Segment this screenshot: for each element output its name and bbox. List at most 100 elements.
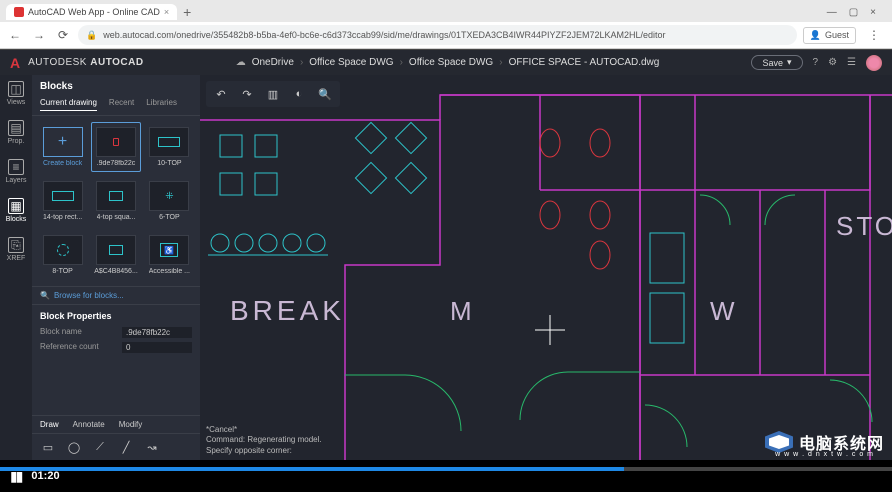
block-item[interactable]: .9de78fb22c	[91, 122, 141, 172]
polyline-tool-icon[interactable]: ↝	[144, 440, 160, 454]
crumb-0[interactable]: OneDrive	[252, 57, 294, 68]
square-thumb-icon	[109, 191, 123, 201]
prop-row: Reference count 0	[40, 342, 192, 353]
crumb-2[interactable]: Office Space DWG	[409, 57, 493, 68]
block-properties: Block Properties Block name .9de78fb22c …	[32, 305, 200, 363]
guest-label: Guest	[825, 30, 849, 40]
profile-chip[interactable]: 👤 Guest	[803, 27, 856, 44]
plus-icon: +	[43, 127, 83, 157]
window-close-icon[interactable]: ×	[870, 7, 876, 18]
back-icon[interactable]: ←	[6, 26, 24, 44]
tab-current-drawing[interactable]: Current drawing	[40, 98, 97, 111]
tool-category-tabs: Draw Annotate Modify	[32, 415, 200, 434]
block-item[interactable]: 14-top rect...	[38, 176, 87, 226]
blocks-grid: +Create block .9de78fb22c 10-TOP 14-top …	[32, 116, 200, 286]
room-label-break: BREAK	[230, 295, 345, 326]
drawing-canvas[interactable]: ↶ ↷ ▥ ◐ 🔍	[200, 75, 892, 460]
brand-text: AUTODESK AUTOCAD	[28, 57, 143, 68]
tab-libraries[interactable]: Libraries	[146, 98, 177, 111]
maximize-icon[interactable]: ▢	[849, 7, 858, 18]
chevron-down-icon: ▾	[787, 57, 792, 68]
cloud-icon: ☁	[236, 57, 246, 68]
left-rail: ◫Views ▤Prop. ≡Layers ▦Blocks ⎘XREF	[0, 75, 32, 460]
prop-value[interactable]: 0	[122, 342, 192, 353]
tool-tab-modify[interactable]: Modify	[119, 420, 143, 429]
blocks-panel: Blocks Current drawing Recent Libraries …	[32, 75, 200, 460]
block-item[interactable]: 8-TOP	[38, 230, 87, 280]
block-item[interactable]: 4-top squa...	[91, 176, 141, 226]
forward-icon[interactable]: →	[30, 26, 48, 44]
rectangle-tool-icon[interactable]: ▭	[40, 440, 56, 454]
accessible-thumb-icon: ♿	[160, 243, 178, 257]
room-label-sto: STO	[836, 211, 892, 241]
rail-properties[interactable]: ▤Prop.	[8, 120, 25, 145]
tool-tab-draw[interactable]: Draw	[40, 420, 59, 429]
url-input[interactable]: 🔒 web.autocad.com/onedrive/355482b8-b5ba…	[78, 25, 797, 45]
save-button[interactable]: Save▾	[751, 55, 802, 70]
app-header-right: Save▾ ? ⚙ ☰	[751, 55, 882, 71]
properties-title: Block Properties	[40, 311, 192, 321]
blocks-icon: ▦	[8, 198, 24, 214]
video-player-bar: ▮▮ 01:20	[0, 460, 892, 492]
table-thumb-icon	[52, 191, 74, 201]
prop-name: Reference count	[40, 342, 99, 353]
square-thumb-icon	[109, 245, 123, 255]
reload-icon[interactable]: ⟳	[54, 26, 72, 44]
tool-tab-annotate[interactable]: Annotate	[73, 420, 105, 429]
prop-name: Block name	[40, 327, 82, 338]
create-block-button[interactable]: +Create block	[38, 122, 87, 172]
browser-chrome: AutoCAD Web App - Online CAD × + — ▢ × ←…	[0, 0, 892, 49]
crumb-1[interactable]: Office Space DWG	[309, 57, 393, 68]
search-icon: 🔍	[40, 291, 50, 300]
chair-thumb-icon	[113, 138, 119, 146]
watermark-badge-icon	[765, 431, 793, 453]
room-label-w: W	[710, 296, 735, 326]
line-tool-icon[interactable]: ╱	[118, 440, 134, 454]
block-item[interactable]: A$C4B8456...	[91, 230, 141, 280]
prop-value[interactable]: .9de78fb22c	[122, 327, 192, 338]
rail-views[interactable]: ◫Views	[7, 81, 26, 106]
room-label-m: M	[450, 296, 472, 326]
minimize-icon[interactable]: —	[827, 7, 837, 18]
app-header: A AUTODESK AUTOCAD ☁ OneDrive › Office S…	[0, 49, 892, 75]
browse-blocks-link[interactable]: 🔍 Browse for blocks...	[32, 286, 200, 305]
crumb-3[interactable]: OFFICE SPACE - AUTOCAD.dwg	[509, 57, 660, 68]
block-item[interactable]: ⁜6-TOP	[145, 176, 194, 226]
layers-icon: ≡	[8, 159, 24, 175]
address-bar: ← → ⟳ 🔒 web.autocad.com/onedrive/355482b…	[0, 22, 892, 48]
tab-recent[interactable]: Recent	[109, 98, 134, 111]
rail-layers[interactable]: ≡Layers	[5, 159, 26, 184]
command-line: *Cancel* Command: Regenerating model. Sp…	[206, 425, 322, 456]
tab-title: AutoCAD Web App - Online CAD	[28, 7, 160, 17]
progress-fill	[0, 467, 624, 471]
rail-blocks[interactable]: ▦Blocks	[6, 198, 27, 223]
views-icon: ◫	[8, 81, 24, 97]
elapsed-time: 01:20	[31, 470, 59, 482]
print-icon[interactable]: ☰	[847, 57, 856, 68]
rail-xref[interactable]: ⎘XREF	[7, 237, 26, 262]
circle-thumb-icon	[57, 244, 69, 256]
properties-icon: ▤	[8, 120, 24, 136]
kebab-menu-icon[interactable]: ⋮	[862, 28, 886, 42]
table-thumb-icon	[158, 137, 180, 147]
autodesk-logo-icon: A	[10, 55, 20, 71]
circle-tool-icon[interactable]: ◯	[66, 440, 82, 454]
help-icon[interactable]: ?	[813, 57, 819, 68]
star-thumb-icon: ⁜	[165, 191, 173, 202]
panel-title: Blocks	[32, 75, 200, 98]
prop-row: Block name .9de78fb22c	[40, 327, 192, 338]
block-item[interactable]: 10-TOP	[145, 122, 194, 172]
tab-strip: AutoCAD Web App - Online CAD × + — ▢ ×	[0, 0, 892, 22]
window-controls: — ▢ ×	[827, 7, 886, 18]
avatar[interactable]	[866, 55, 882, 71]
watermark: 电脑系统网 w w w . d n x t w . c o m	[765, 430, 884, 454]
floorplan-svg: BREAK M W STO	[200, 75, 892, 460]
video-progress[interactable]	[0, 467, 892, 471]
url-text: web.autocad.com/onedrive/355482b8-b5ba-4…	[103, 30, 665, 40]
block-item[interactable]: ♿Accessible ...	[145, 230, 194, 280]
arc-tool-icon[interactable]: ⟋	[92, 440, 108, 454]
gear-icon[interactable]: ⚙	[828, 57, 837, 68]
new-tab-button[interactable]: +	[183, 4, 191, 20]
browser-tab[interactable]: AutoCAD Web App - Online CAD ×	[6, 4, 177, 20]
close-tab-icon[interactable]: ×	[164, 7, 169, 17]
